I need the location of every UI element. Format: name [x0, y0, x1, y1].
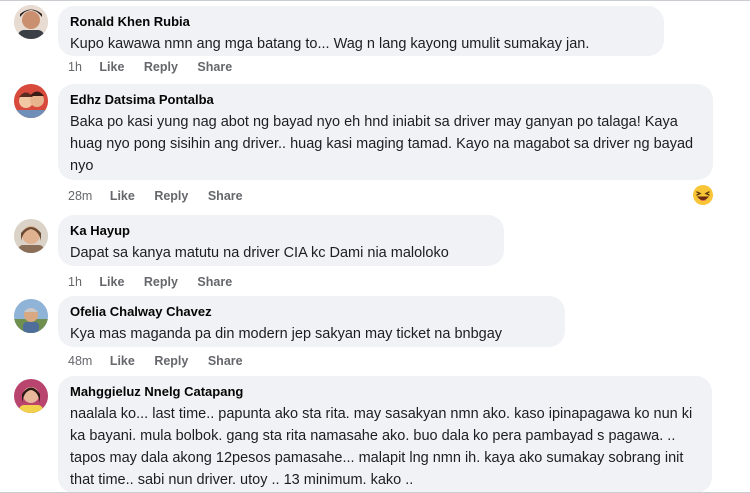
laughing-emoji-icon[interactable]	[692, 184, 714, 206]
comment-time[interactable]: 28m	[68, 189, 92, 203]
like-button[interactable]: Like	[110, 354, 135, 368]
comment-time[interactable]: 1h	[68, 60, 82, 74]
reply-button[interactable]: Reply	[144, 60, 178, 74]
comment-time[interactable]: 48m	[68, 354, 92, 368]
comment-author[interactable]: Edhz Datsima Pontalba	[70, 92, 701, 108]
comment-text: Dapat sa kanya matutu na driver CIA kc D…	[70, 245, 449, 261]
comments-panel: Ronald Khen Rubia Kupo kawawa nmn ang mg…	[0, 0, 750, 493]
reply-button[interactable]: Reply	[154, 354, 188, 368]
comment-text: Baka po kasi yung nag abot ng bayad nyo …	[70, 114, 694, 174]
avatar[interactable]	[14, 5, 48, 39]
share-button[interactable]: Share	[197, 275, 232, 289]
comment-time[interactable]: 1h	[68, 275, 82, 289]
like-button[interactable]: Like	[99, 60, 124, 74]
comment-text: Kupo kawawa nmn ang mga batang to... Wag…	[70, 36, 590, 52]
comment-bubble: Ronald Khen Rubia Kupo kawawa nmn ang mg…	[58, 6, 664, 56]
share-button[interactable]: Share	[208, 189, 243, 203]
comment-text: Kya mas maganda pa din modern jep sakyan…	[70, 326, 503, 342]
comment-actions: 1h Like Reply Share	[68, 60, 248, 74]
comment-author[interactable]: Ka Hayup	[70, 223, 492, 239]
avatar[interactable]	[14, 379, 48, 413]
reply-button[interactable]: Reply	[144, 275, 178, 289]
share-button[interactable]: Share	[197, 60, 232, 74]
comment-actions: 28m Like Reply Share	[68, 189, 259, 203]
top-divider	[0, 0, 750, 1]
like-button[interactable]: Like	[110, 189, 135, 203]
comment-author[interactable]: Mahggieluz Nnelg Catapang	[70, 384, 700, 400]
avatar[interactable]	[14, 219, 48, 253]
comment-bubble: Mahggieluz Nnelg Catapang naalala ko... …	[58, 376, 712, 493]
comment-bubble: Ofelia Chalway Chavez Kya mas maganda pa…	[58, 296, 565, 347]
reply-button[interactable]: Reply	[154, 189, 188, 203]
comment-actions: 48m Like Reply Share	[68, 354, 259, 368]
comment-text: naalala ko... last time.. papunta ako st…	[70, 406, 693, 488]
share-button[interactable]: Share	[208, 354, 243, 368]
avatar[interactable]	[14, 84, 48, 118]
comment-author[interactable]: Ofelia Chalway Chavez	[70, 304, 553, 320]
comment-bubble: Edhz Datsima Pontalba Baka po kasi yung …	[58, 84, 713, 180]
comment-actions: 1h Like Reply Share	[68, 275, 248, 289]
comment-author[interactable]: Ronald Khen Rubia	[70, 14, 652, 30]
like-button[interactable]: Like	[99, 275, 124, 289]
avatar[interactable]	[14, 299, 48, 333]
comment-bubble: Ka Hayup Dapat sa kanya matutu na driver…	[58, 215, 504, 266]
